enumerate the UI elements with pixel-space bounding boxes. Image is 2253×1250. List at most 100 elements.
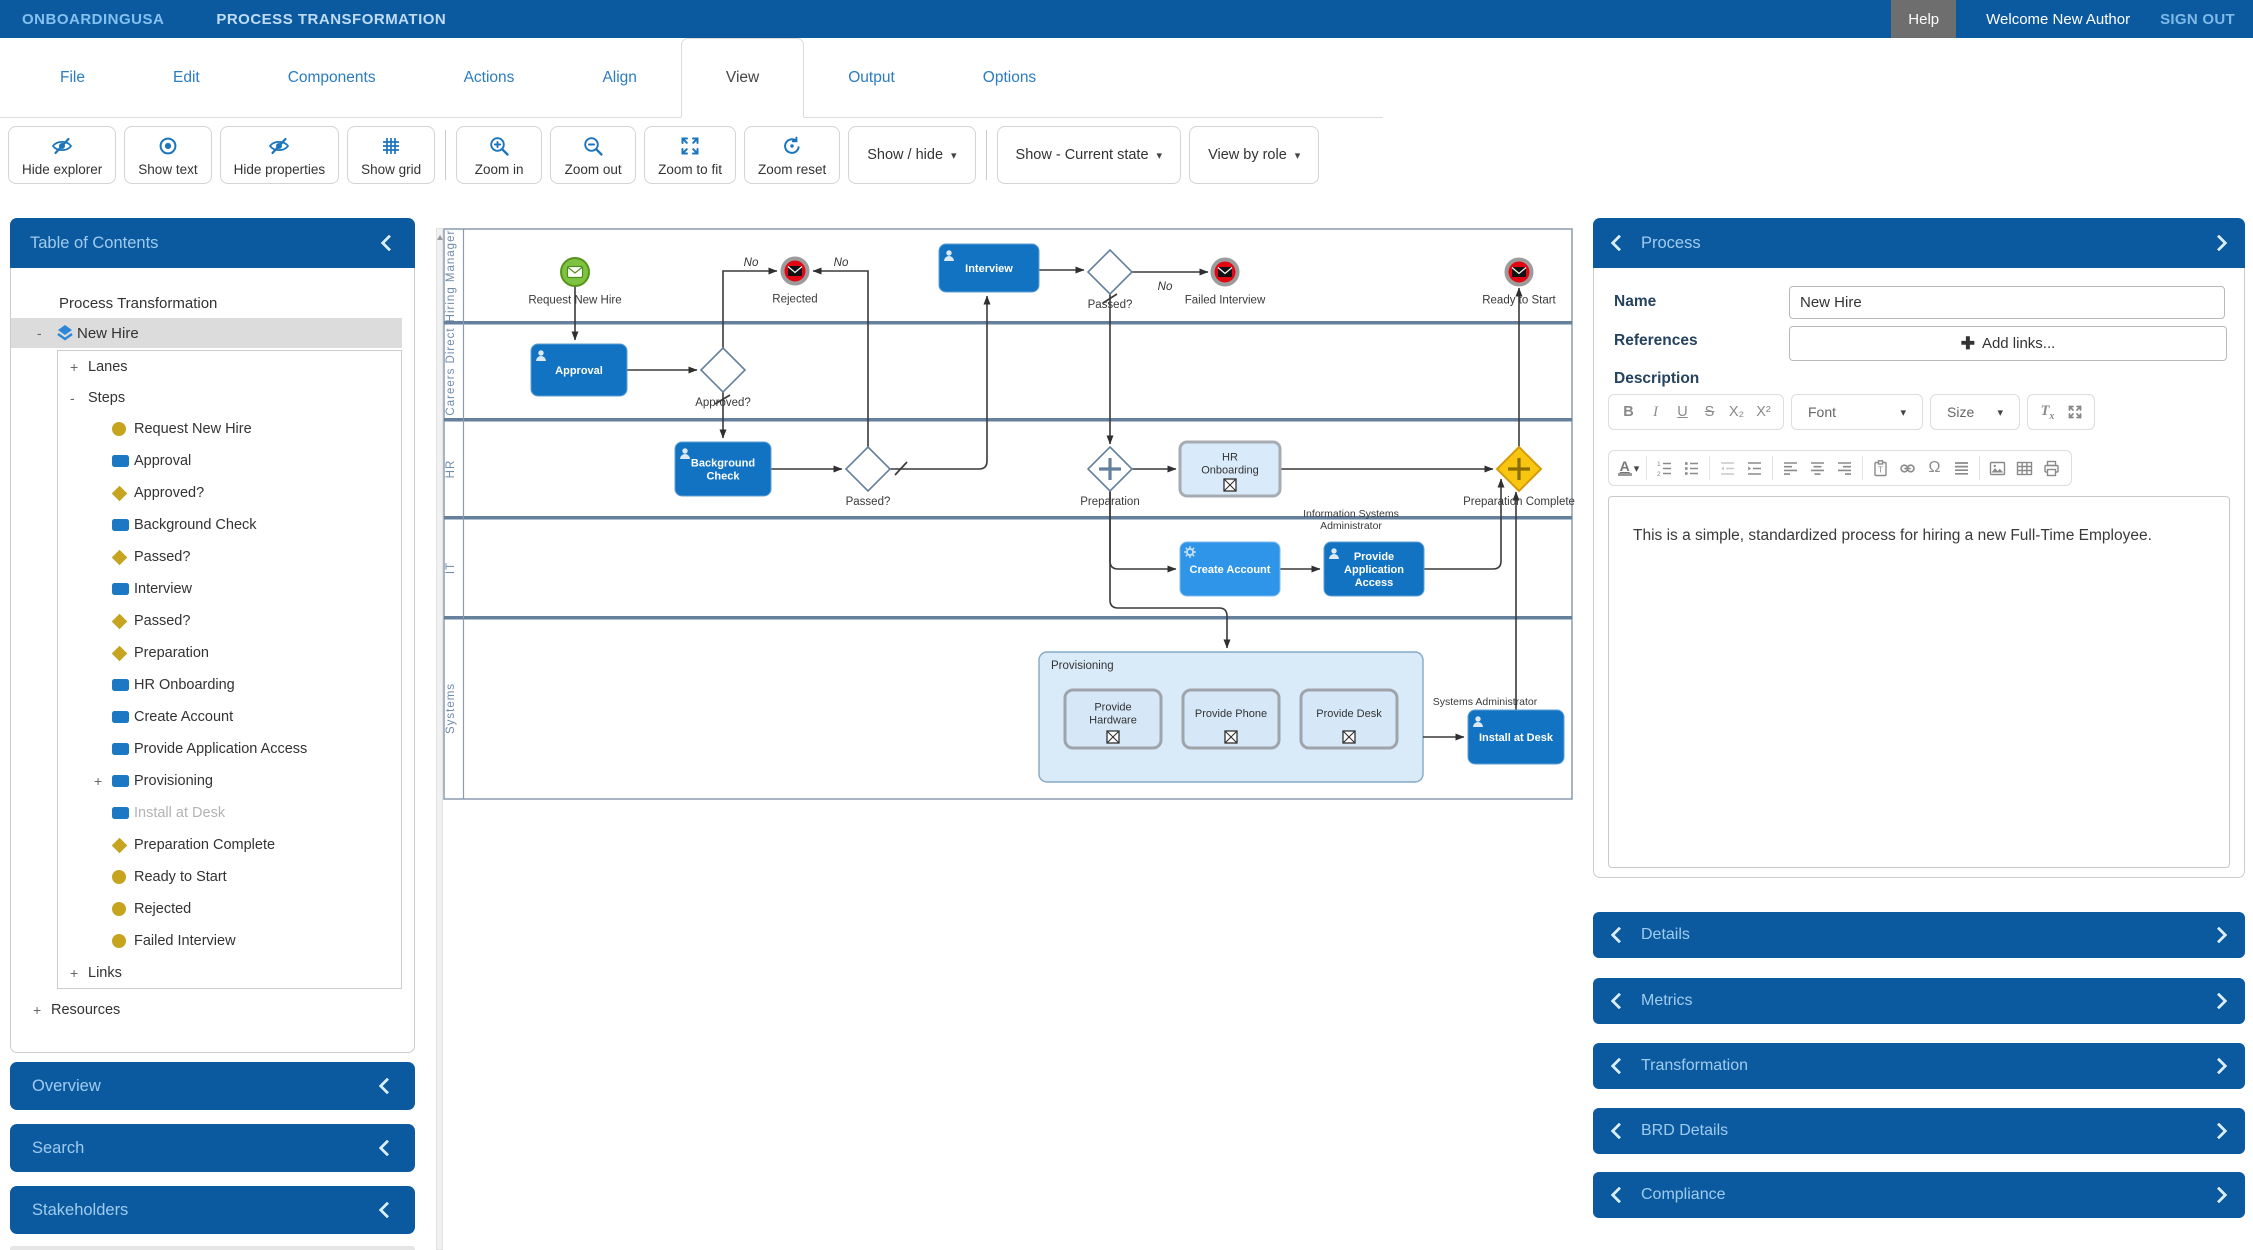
toc-item-process-transformation[interactable]: Process Transformation — [11, 288, 414, 318]
node-interview[interactable]: Interview — [939, 244, 1039, 292]
image-button[interactable] — [1984, 454, 2011, 482]
zoom-out-button[interactable]: Zoom out — [550, 126, 636, 184]
font-select[interactable]: Font▾ — [1791, 394, 1923, 430]
next-icon[interactable] — [2211, 1123, 2228, 1140]
panel-search[interactable]: Search — [10, 1124, 415, 1172]
next-icon[interactable] — [2211, 235, 2228, 252]
align-center-button[interactable] — [1804, 454, 1831, 482]
tab-align[interactable]: Align — [558, 38, 680, 117]
sign-out-link[interactable]: SIGN OUT — [2160, 11, 2235, 28]
next-icon[interactable] — [2211, 927, 2228, 944]
underline-button[interactable]: U — [1669, 398, 1696, 426]
tab-output[interactable]: Output — [804, 38, 939, 117]
toc-item-failed-interview[interactable]: Failed Interview — [58, 925, 401, 957]
bulleted-list-button[interactable] — [1678, 454, 1705, 482]
show-text-button[interactable]: Show text — [124, 126, 211, 184]
collapse-icon[interactable] — [381, 235, 398, 252]
description-editor[interactable]: This is a simple, standardized process f… — [1608, 496, 2230, 868]
node-install-at-desk[interactable]: Install at Desk — [1468, 710, 1564, 764]
prev-icon[interactable] — [1611, 993, 1628, 1010]
toc-item-passed[interactable]: Passed? — [58, 541, 401, 573]
toc-item-passed[interactable]: Passed? — [58, 605, 401, 637]
prev-icon[interactable] — [1611, 1123, 1628, 1140]
outdent-button[interactable] — [1714, 454, 1741, 482]
toc-header[interactable]: Table of Contents — [10, 218, 415, 268]
node-provide-desk[interactable]: Provide Desk — [1301, 690, 1397, 748]
node-approval[interactable]: Approval — [531, 344, 627, 396]
node-create-account[interactable]: Create Account — [1180, 542, 1280, 596]
tab-edit[interactable]: Edit — [129, 38, 244, 117]
panel-overview[interactable]: Overview — [10, 1062, 415, 1110]
toc-item-preparation-complete[interactable]: Preparation Complete — [58, 829, 401, 861]
process-header[interactable]: Process — [1593, 218, 2245, 268]
toc-item-request-new-hire[interactable]: Request New Hire — [58, 413, 401, 445]
toc-item-provide-application-access[interactable]: Provide Application Access — [58, 733, 401, 765]
expand-toggle[interactable]: - — [37, 325, 55, 341]
toc-item-create-account[interactable]: Create Account — [58, 701, 401, 733]
next-icon[interactable] — [2211, 993, 2228, 1010]
print-button[interactable] — [2038, 454, 2065, 482]
panel-compliance[interactable]: Compliance — [1593, 1172, 2245, 1218]
text-color-button[interactable]: A▾ — [1615, 454, 1642, 482]
toc-item-links[interactable]: +Links — [58, 957, 401, 988]
tab-view[interactable]: View — [681, 38, 804, 118]
toc-item-interview[interactable]: Interview — [58, 573, 401, 605]
bold-button[interactable]: B — [1615, 398, 1642, 426]
next-icon[interactable] — [2211, 1058, 2228, 1075]
tab-components[interactable]: Components — [244, 38, 420, 117]
zoom-to-fit-button[interactable]: Zoom to fit — [644, 126, 736, 184]
tab-file[interactable]: File — [16, 38, 129, 117]
subscript-button[interactable]: X₂ — [1723, 398, 1750, 426]
toc-item-lanes[interactable]: +Lanes — [58, 351, 401, 382]
node-provide-phone[interactable]: Provide Phone — [1183, 690, 1279, 748]
show-hide-button[interactable]: Show / hide▾ — [848, 126, 975, 184]
bpmn-diagram[interactable]: Hiring ManagerCareers DirectHRITSystemsP… — [443, 228, 1583, 808]
node-provide-application-access[interactable]: ProvideApplicationAccess — [1324, 542, 1424, 596]
italic-button[interactable]: I — [1642, 398, 1669, 426]
zoom-in-button[interactable]: Zoom in — [456, 126, 542, 184]
prev-icon[interactable] — [1611, 1058, 1628, 1075]
tab-options[interactable]: Options — [939, 38, 1080, 117]
expand-toggle[interactable]: + — [70, 359, 88, 375]
toc-item-rejected[interactable]: Rejected — [58, 893, 401, 925]
add-links-button[interactable]: ✚ Add links... — [1789, 326, 2227, 361]
name-field[interactable] — [1789, 286, 2225, 319]
special-character-button[interactable]: Ω — [1921, 454, 1948, 482]
size-select[interactable]: Size▾ — [1930, 394, 2020, 430]
numbered-list-button[interactable]: 12 — [1651, 454, 1678, 482]
view-by-role-button[interactable]: View by role▾ — [1189, 126, 1319, 184]
vertical-scrollbar[interactable] — [436, 228, 443, 1250]
toc-item-install-at-desk[interactable]: Install at Desk — [58, 797, 401, 829]
paste-button[interactable]: T — [1867, 454, 1894, 482]
hide-properties-button[interactable]: Hide properties — [220, 126, 340, 184]
toc-item-new-hire[interactable]: -New Hire — [11, 318, 402, 348]
toc-item-resources[interactable]: +Resources — [11, 993, 414, 1027]
node-hr-onboarding[interactable]: HROnboarding — [1180, 442, 1280, 496]
panel-details[interactable]: Details — [1593, 912, 2245, 958]
prev-icon[interactable] — [1611, 1187, 1628, 1204]
superscript-button[interactable]: X² — [1750, 398, 1777, 426]
panel-metrics[interactable]: Metrics — [1593, 978, 2245, 1024]
hide-explorer-button[interactable]: Hide explorer — [8, 126, 116, 184]
prev-icon[interactable] — [1611, 235, 1628, 252]
process-diagram-canvas[interactable]: Hiring ManagerCareers DirectHRITSystemsP… — [443, 228, 1583, 808]
link-button[interactable] — [1894, 454, 1921, 482]
node-background-check[interactable]: BackgroundCheck — [675, 442, 771, 496]
next-icon[interactable] — [2211, 1187, 2228, 1204]
remove-format-button[interactable]: Tx — [2034, 398, 2061, 426]
toc-item-hr-onboarding[interactable]: HR Onboarding — [58, 669, 401, 701]
collapse-icon[interactable] — [379, 1140, 396, 1157]
toc-item-background-check[interactable]: Background Check — [58, 509, 401, 541]
expand-toggle[interactable]: + — [70, 965, 88, 981]
table-button[interactable] — [2011, 454, 2038, 482]
toc-item-ready-to-start[interactable]: Ready to Start — [58, 861, 401, 893]
prev-icon[interactable] — [1611, 927, 1628, 944]
indent-button[interactable] — [1741, 454, 1768, 482]
toc-item-approval[interactable]: Approval — [58, 445, 401, 477]
panel-stakeholders[interactable]: Stakeholders — [10, 1186, 415, 1234]
panel-brd-details[interactable]: BRD Details — [1593, 1108, 2245, 1154]
help-button[interactable]: Help — [1891, 0, 1956, 38]
lines-button[interactable] — [1948, 454, 1975, 482]
tab-actions[interactable]: Actions — [420, 38, 559, 117]
toc-item-steps[interactable]: -Steps — [58, 382, 401, 413]
